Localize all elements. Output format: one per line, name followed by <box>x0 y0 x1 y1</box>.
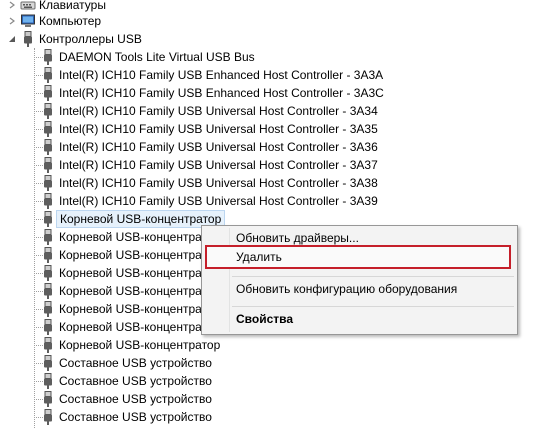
usb-device-label: Intel(R) ICH10 Family USB Universal Host… <box>59 194 378 208</box>
usb-plug-icon <box>44 49 52 65</box>
usb-device-label: Корневой USB-концентратор <box>56 210 226 228</box>
expand-arrow-icon[interactable] <box>8 1 16 9</box>
usb-device-label: Корневой USB-концентратор <box>59 284 221 298</box>
usb-plug-icon <box>44 139 52 155</box>
usb-plug-icon <box>44 265 52 281</box>
usb-device-label: Intel(R) ICH10 Family USB Universal Host… <box>59 158 378 172</box>
usb-device-item[interactable]: DAEMON Tools Lite Virtual USB Bus <box>34 48 526 66</box>
usb-device-label: Intel(R) ICH10 Family USB Universal Host… <box>59 122 378 136</box>
usb-plug-icon <box>44 301 52 317</box>
usb-plug-icon <box>44 85 52 101</box>
usb-device-label: Intel(R) ICH10 Family USB Enhanced Host … <box>59 86 384 100</box>
usb-device-item[interactable]: Составное USB устройство <box>34 408 526 426</box>
usb-device-item[interactable]: Intel(R) ICH10 Family USB Universal Host… <box>34 102 526 120</box>
usb-plug-icon <box>44 391 52 407</box>
computer-icon <box>21 14 35 27</box>
usb-device-item[interactable]: Intel(R) ICH10 Family USB Universal Host… <box>34 192 526 210</box>
usb-plug-icon <box>44 373 52 389</box>
context-menu: Обновить драйверы... Удалить Обновить ко… <box>201 225 518 335</box>
usb-device-label: Составное USB устройство <box>59 392 212 406</box>
usb-device-item[interactable]: Составное USB устройство <box>34 390 526 408</box>
usb-device-item[interactable]: Составное USB устройство <box>34 372 526 390</box>
usb-device-label: Корневой USB-концентратор <box>59 302 221 316</box>
usb-device-label: Intel(R) ICH10 Family USB Universal Host… <box>59 140 378 154</box>
usb-plug-icon <box>44 157 52 173</box>
menu-item-scan-hardware[interactable]: Обновить конфигурацию оборудования <box>236 279 457 299</box>
usb-plug-icon <box>44 229 52 245</box>
menu-separator <box>232 306 514 307</box>
tree-label-computer: Компьютер <box>39 14 102 28</box>
menu-item-properties[interactable]: Свойства <box>236 309 293 329</box>
usb-plug-icon <box>44 193 52 209</box>
usb-plug-icon <box>44 319 52 335</box>
usb-device-item[interactable]: Составное USB устройство <box>34 354 526 372</box>
usb-device-item[interactable]: Intel(R) ICH10 Family USB Enhanced Host … <box>34 66 526 84</box>
menu-icon-gutter <box>229 228 230 332</box>
usb-device-label: Корневой USB-концентратор <box>59 248 221 262</box>
usb-plug-icon <box>44 283 52 299</box>
usb-device-item[interactable]: Intel(R) ICH10 Family USB Universal Host… <box>34 120 526 138</box>
usb-plug-icon <box>44 67 52 83</box>
usb-device-item[interactable]: Intel(R) ICH10 Family USB Universal Host… <box>34 156 526 174</box>
menu-separator <box>232 276 514 277</box>
usb-plug-icon <box>44 211 52 227</box>
usb-plug-icon <box>44 337 52 353</box>
usb-device-label: DAEMON Tools Lite Virtual USB Bus <box>59 50 255 64</box>
usb-device-label: Составное USB устройство <box>59 356 212 370</box>
expand-arrow-icon[interactable] <box>8 17 16 25</box>
usb-device-label: Составное USB устройство <box>59 374 212 388</box>
usb-device-label: Корневой USB-концентратор <box>59 338 221 352</box>
usb-device-item[interactable]: Корневой USB-концентратор <box>34 336 526 354</box>
usb-plug-icon <box>44 247 52 263</box>
menu-item-uninstall[interactable]: Удалить <box>236 247 282 267</box>
tree-label-usb-controllers: Контроллеры USB <box>39 32 142 46</box>
collapse-arrow-icon[interactable] <box>8 35 16 43</box>
usb-device-label: Intel(R) ICH10 Family USB Universal Host… <box>59 104 378 118</box>
usb-plug-icon <box>44 355 52 371</box>
usb-plug-icon <box>44 121 52 137</box>
usb-device-label: Корневой USB-концентратор <box>59 266 221 280</box>
usb-device-label: Intel(R) ICH10 Family USB Enhanced Host … <box>59 68 384 82</box>
usb-device-label: Составное USB устройство <box>59 410 212 424</box>
usb-device-item[interactable]: Intel(R) ICH10 Family USB Universal Host… <box>34 174 526 192</box>
usb-plug-icon <box>44 103 52 119</box>
tree-item-usb-controllers[interactable]: Контроллеры USB <box>0 30 300 48</box>
device-tree: Клавиатуры Компьютер Контроллеры USB DAE… <box>0 0 547 428</box>
usb-plug-icon <box>44 175 52 191</box>
usb-device-label: Корневой USB-концентратор <box>59 320 221 334</box>
usb-plug-icon <box>24 31 32 47</box>
usb-device-item[interactable]: Intel(R) ICH10 Family USB Enhanced Host … <box>34 84 526 102</box>
usb-plug-icon <box>44 409 52 425</box>
usb-device-item[interactable]: Intel(R) ICH10 Family USB Universal Host… <box>34 138 526 156</box>
tree-item-computer[interactable]: Компьютер <box>0 12 300 30</box>
tree-guide-line <box>34 48 35 428</box>
usb-device-label: Корневой USB-концентратор <box>59 230 221 244</box>
usb-device-label: Intel(R) ICH10 Family USB Universal Host… <box>59 176 378 190</box>
